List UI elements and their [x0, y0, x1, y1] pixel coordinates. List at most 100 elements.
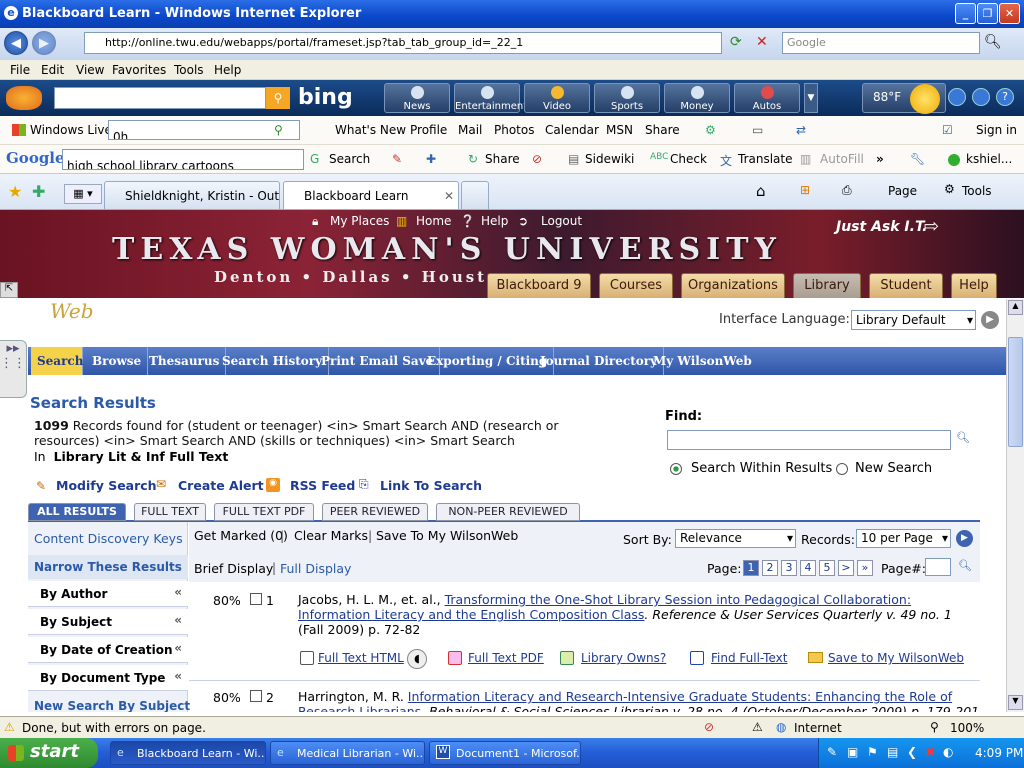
page-number-input[interactable]	[925, 558, 951, 576]
msn-money-button[interactable]: Money	[664, 83, 730, 113]
wl-link-photos[interactable]: Photos	[494, 123, 534, 137]
search-box[interactable]: Google	[782, 32, 980, 54]
start-button[interactable]: start	[0, 738, 98, 768]
facet-by-date[interactable]: By Date of Creation «	[28, 637, 188, 663]
msn-news-button[interactable]: News	[384, 83, 450, 113]
result-title-link[interactable]: Information Literacy and the English Com…	[298, 607, 644, 622]
facet-by-document-type[interactable]: By Document Type «	[28, 665, 188, 691]
print-icon[interactable]: ⎙	[842, 183, 852, 198]
filter-full-text-pdf[interactable]: FULL TEXT PDF	[214, 503, 314, 521]
nav-tab-courses[interactable]: Courses	[599, 273, 673, 298]
wl-tool-icon[interactable]: ⚙	[705, 123, 716, 137]
msn-sports-button[interactable]: Sports	[594, 83, 660, 113]
full-display-link[interactable]: Full Display	[280, 561, 351, 576]
records-go-icon[interactable]: ▶	[956, 530, 973, 547]
create-alert-link[interactable]: Create Alert	[178, 478, 264, 493]
home-icon[interactable]: ⌂	[756, 182, 766, 200]
wl-link-share[interactable]: Share	[645, 123, 680, 137]
page-5-button[interactable]: 5	[819, 560, 835, 576]
tray-icon[interactable]: ✖	[925, 745, 935, 759]
wrench-icon[interactable]: 🔧︎	[910, 152, 925, 166]
nav-tab-organizations[interactable]: Organizations	[681, 273, 785, 298]
page-go-icon[interactable]: 🔍︎	[958, 559, 972, 572]
stop-icon[interactable]: ✕	[756, 34, 774, 52]
new-tab-button[interactable]	[461, 181, 489, 209]
save-to-my-wilsonweb-link[interactable]: Save to My WilsonWeb	[828, 651, 964, 665]
next-page-button[interactable]: >	[838, 560, 854, 576]
scroll-up-icon[interactable]: ▲	[1008, 300, 1023, 315]
close-button[interactable]: ✕	[999, 3, 1020, 24]
interface-language-select[interactable]: Library Default ▾	[851, 310, 976, 330]
wl-link-msn[interactable]: MSN	[606, 123, 633, 137]
menu-tab-thesaurus[interactable]: Thesaurus	[143, 347, 227, 375]
content-discovery-keys[interactable]: Content Discovery Keys	[34, 531, 183, 546]
full-text-html-link[interactable]: Full Text HTML	[318, 651, 404, 665]
wl-link-whats-new[interactable]: What's New	[335, 123, 406, 137]
filter-peer-reviewed[interactable]: PEER REVIEWED	[322, 503, 428, 521]
back-icon[interactable]: ◀	[4, 31, 28, 55]
language-go-icon[interactable]: ▶	[981, 311, 999, 329]
clear-marks-link[interactable]: Clear Marks	[294, 528, 368, 543]
translate-button[interactable]: Translate	[738, 152, 793, 166]
menu-tab-search[interactable]: Search	[31, 347, 83, 375]
logout-link[interactable]: Logout	[541, 214, 582, 228]
privacy-icon[interactable]: ⊘	[704, 720, 714, 734]
windows-live-search-icon[interactable]: ⚲	[274, 123, 283, 137]
result-mark-checkbox[interactable]	[250, 593, 262, 605]
facet-by-author[interactable]: By Author «	[28, 581, 188, 607]
google-search-input[interactable]: high school library cartoons	[62, 149, 304, 170]
tools-menu[interactable]: Tools	[962, 184, 992, 198]
tray-icon[interactable]: ▣	[847, 745, 858, 759]
nav-tab-help[interactable]: Help	[951, 273, 997, 298]
address-bar[interactable]: http://online.twu.edu/webapps/portal/fra…	[84, 32, 722, 54]
link-to-search-link[interactable]: Link To Search	[380, 478, 482, 493]
favorites-star-icon[interactable]: ★	[8, 182, 22, 201]
windows-live-search-input[interactable]: 0h	[108, 120, 300, 140]
globe-icon[interactable]	[948, 88, 966, 106]
library-owns-link[interactable]: Library Owns?	[581, 651, 666, 665]
search-icon[interactable]: 🔍︎	[984, 34, 1002, 50]
find-search-icon[interactable]: 🔍︎	[956, 431, 972, 447]
find-input[interactable]	[667, 430, 951, 450]
vertical-scrollbar[interactable]: ▲ ▼	[1006, 299, 1024, 712]
menu-tab-my-wilsonweb[interactable]: My WilsonWeb	[647, 347, 758, 375]
tray-icon[interactable]: ⚑	[867, 745, 878, 759]
nav-tab-library[interactable]: Library	[793, 273, 861, 298]
menu-tab-journal-directory[interactable]: Journal Directory	[534, 347, 665, 375]
just-ask-it-link[interactable]: Just Ask I.T.	[836, 219, 927, 235]
wl-translate-icon[interactable]: ⇄	[796, 123, 806, 137]
checkbox-icon[interactable]: ☑	[942, 123, 953, 137]
result-title-link[interactable]: Transforming the One-Shot Library Sessio…	[445, 592, 911, 607]
wl-link-mail[interactable]: Mail	[458, 123, 482, 137]
add-favorite-icon[interactable]: ✚	[32, 182, 45, 201]
sidewiki-button[interactable]: Sidewiki	[585, 152, 634, 166]
bing-search-icon[interactable]: ⚲	[266, 87, 290, 109]
warning-icon[interactable]: ⚠	[4, 720, 15, 734]
last-page-button[interactable]: »	[857, 560, 873, 576]
autofill-button[interactable]: AutoFill	[820, 152, 864, 166]
minimize-button[interactable]: _	[955, 3, 976, 24]
page-menu[interactable]: Page	[888, 184, 917, 198]
msn-video-button[interactable]: Video	[524, 83, 590, 113]
result-title-link[interactable]: Research Librarians	[298, 704, 421, 712]
scroll-down-icon[interactable]: ▼	[1008, 695, 1023, 710]
search-globe-icon[interactable]	[972, 88, 990, 106]
brief-display-link[interactable]: Brief Display	[194, 561, 273, 576]
new-search-by-subject[interactable]: New Search By Subject	[34, 699, 190, 712]
tray-icon[interactable]: ▤	[887, 745, 898, 759]
tray-icon[interactable]: ✎	[827, 745, 837, 759]
result-mark-checkbox[interactable]	[250, 690, 262, 702]
bing-search-input[interactable]: high school library cartoons	[54, 87, 266, 109]
feeds-icon[interactable]: ⊞	[800, 183, 810, 197]
forward-icon[interactable]: ▶	[32, 31, 56, 55]
tab-outlook[interactable]: Shieldknight, Kristin - Outlook...	[104, 181, 280, 209]
menu-favorites[interactable]: Favorites	[112, 63, 166, 77]
menu-edit[interactable]: Edit	[41, 63, 64, 77]
menu-tools[interactable]: Tools	[174, 63, 204, 77]
home-link[interactable]: Home	[416, 214, 451, 228]
tab-blackboard[interactable]: Blackboard Learn ✕	[283, 181, 459, 209]
maximize-button[interactable]: ❐	[977, 3, 998, 24]
menu-view[interactable]: View	[76, 63, 104, 77]
records-select[interactable]: 10 per Page ▾	[856, 529, 951, 548]
find-full-text-link[interactable]: Find Full-Text	[711, 651, 787, 665]
